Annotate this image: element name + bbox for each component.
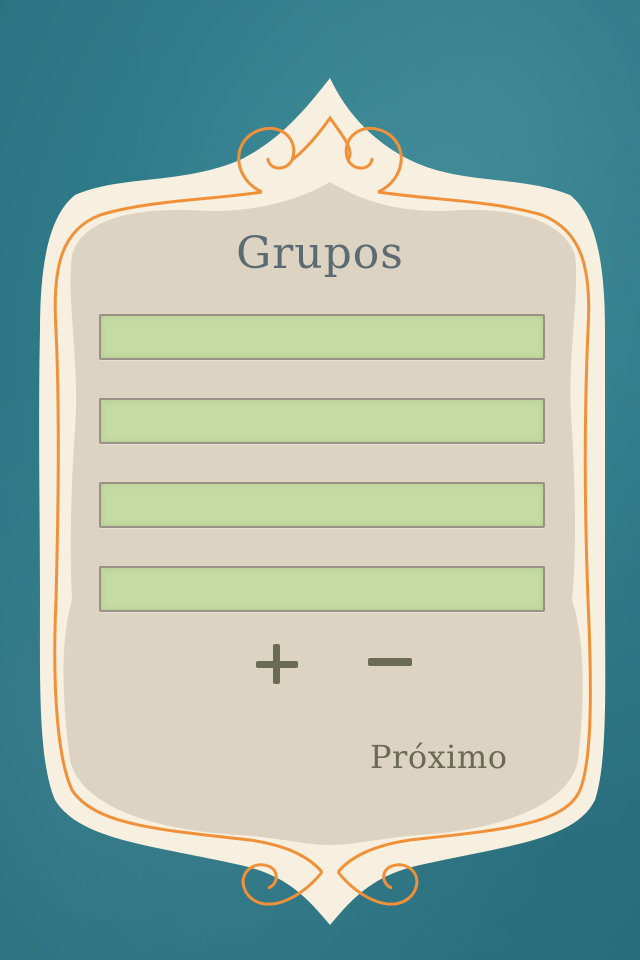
ornamental-card-frame [39,78,606,925]
group-name-field-3[interactable] [99,482,545,528]
group-name-field-1[interactable] [99,314,545,360]
group-name-field-2[interactable] [99,398,545,444]
remove-group-button[interactable] [358,632,422,696]
group-name-field-4[interactable] [99,566,545,612]
page-title: Grupos [236,228,404,279]
add-group-button[interactable] [246,632,310,696]
next-button[interactable]: Próximo [370,738,507,776]
